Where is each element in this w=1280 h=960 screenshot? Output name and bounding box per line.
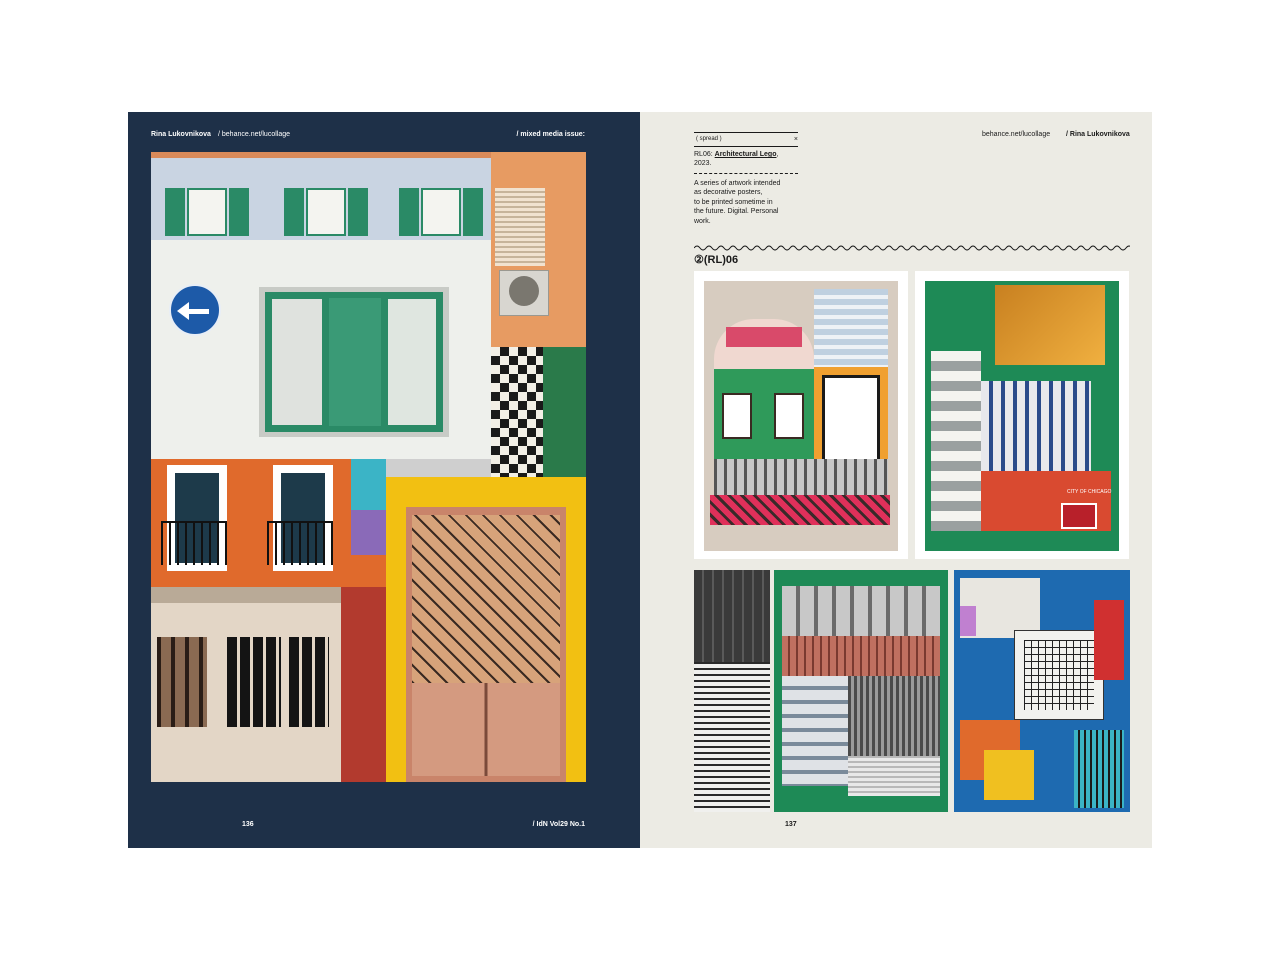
right-url[interactable]: behance.net/lucollage	[982, 130, 1050, 139]
close-icon[interactable]: ×	[794, 135, 798, 144]
shopfront-panel	[151, 587, 341, 782]
right-page: behance.net/lucollage / Rina Lukovnikova…	[640, 112, 1152, 848]
artwork-title: RL06: Architectural Lego,	[694, 151, 779, 158]
left-section: / mixed media issue:	[516, 131, 585, 138]
facade-top	[151, 152, 491, 459]
left-author: Rina Lukovnikova	[151, 131, 211, 138]
description-line-5: work.	[694, 218, 711, 225]
right-author: / Rina Lukovnikova	[1066, 131, 1130, 138]
vent-panel	[491, 152, 586, 347]
color-strips	[351, 459, 386, 587]
spread-tag: ( spread )	[696, 136, 722, 142]
poster-2[interactable]: CITY OF CHICAGO	[915, 271, 1129, 559]
left-url[interactable]: / behance.net/lucollage	[218, 130, 290, 139]
spread-info-box: ( spread ) × RL06: Architectural Lego, 2…	[694, 132, 798, 232]
yellow-door-panel	[386, 477, 586, 782]
poster-sign: CITY OF CHICAGO	[1067, 489, 1112, 495]
arrow-sign-icon	[169, 284, 221, 336]
description-line-3: to be printed sometime in	[694, 199, 773, 206]
poster-1[interactable]	[694, 271, 908, 559]
description-line-2: as decorative posters,	[694, 189, 763, 196]
description-line-1: A series of artwork intended	[694, 180, 781, 187]
right-page-number: 137	[785, 821, 797, 828]
balconies-panel	[151, 459, 351, 587]
description-line-4: the future. Digital. Personal	[694, 208, 779, 215]
wavy-divider	[694, 245, 1130, 251]
poster-4[interactable]	[774, 570, 948, 812]
tile-panel	[491, 347, 586, 477]
poster-3[interactable]	[694, 570, 770, 812]
red-wall	[341, 587, 386, 782]
issue-label: / IdN Vol29 No.1	[532, 821, 585, 828]
artwork-year: 2023.	[694, 160, 712, 167]
mixed-media-collage	[151, 152, 586, 782]
poster-5[interactable]	[954, 570, 1130, 812]
series-label: ②(RL)06	[694, 254, 739, 266]
left-page-number: 136	[242, 821, 254, 828]
left-page: Rina Lukovnikova / behance.net/lucollage…	[128, 112, 640, 848]
